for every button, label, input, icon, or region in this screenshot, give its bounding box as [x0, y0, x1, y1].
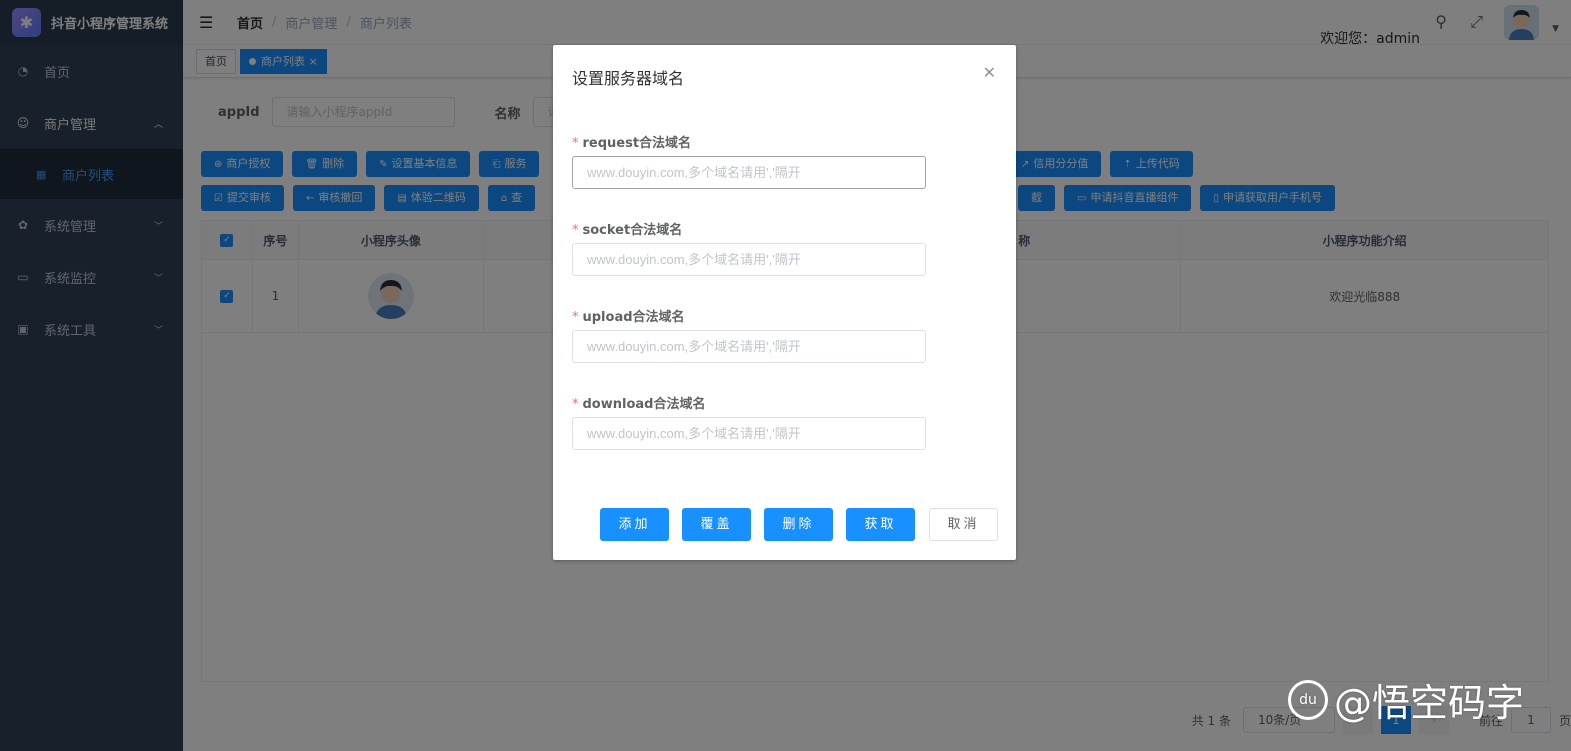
upload-domain-label: * upload合法域名 [572, 310, 685, 325]
watermark: du @悟空码字 [1288, 672, 1524, 727]
download-domain-input[interactable]: www.douyin.com,多个域名请用','隔开 [572, 417, 926, 450]
required-mark: * [572, 397, 579, 412]
socket-domain-label: * socket合法域名 [572, 223, 683, 238]
fetch-button[interactable]: 获取 [846, 508, 915, 541]
close-icon[interactable]: ✕ [983, 63, 996, 82]
request-domain-input[interactable]: www.douyin.com,多个域名请用','隔开 [572, 156, 926, 189]
delete-domain-button[interactable]: 删除 [764, 508, 833, 541]
download-domain-label: * download合法域名 [572, 397, 706, 412]
socket-domain-input[interactable]: www.douyin.com,多个域名请用','隔开 [572, 243, 926, 276]
required-mark: * [572, 223, 579, 238]
add-button[interactable]: 添加 [600, 508, 669, 541]
watermark-text: @悟空码字 [1334, 681, 1525, 725]
cover-button[interactable]: 覆盖 [682, 508, 751, 541]
baidu-paw-icon: du [1288, 679, 1328, 720]
upload-domain-input[interactable]: www.douyin.com,多个域名请用','隔开 [572, 330, 926, 363]
cancel-button[interactable]: 取消 [929, 508, 998, 541]
required-mark: * [572, 310, 579, 325]
request-domain-label: * request合法域名 [572, 136, 692, 151]
domain-settings-dialog: 设置服务器域名 ✕ * request合法域名 www.douyin.com,多个… [553, 45, 1016, 560]
dialog-title: 设置服务器域名 [572, 69, 685, 88]
required-mark: * [572, 136, 579, 151]
